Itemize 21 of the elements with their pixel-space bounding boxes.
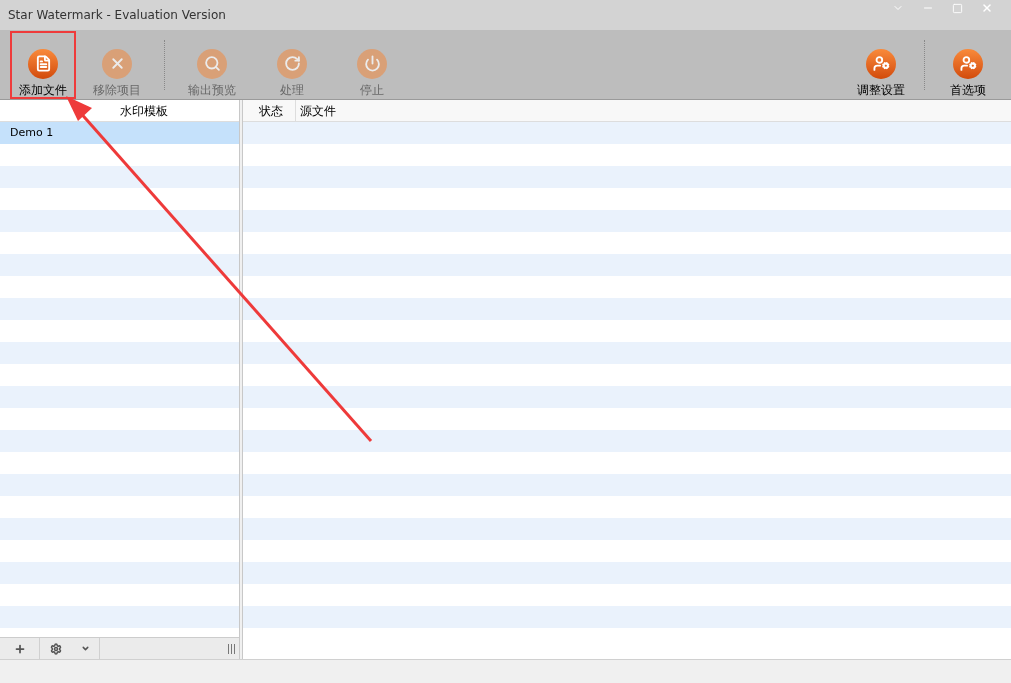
- plus-icon: [13, 642, 26, 655]
- column-header[interactable]: 状态: [243, 100, 296, 121]
- toolbar-button[interactable]: 添加文件: [10, 30, 76, 99]
- template-item[interactable]: Demo 1: [0, 122, 239, 144]
- user-gear-icon: [866, 48, 896, 79]
- toolbar-button[interactable]: 调整设置: [848, 30, 914, 99]
- column-header[interactable]: 源文件: [296, 100, 336, 121]
- grip-icon[interactable]: [228, 643, 235, 654]
- settings-icon: [49, 642, 62, 655]
- remove-icon: [102, 48, 132, 79]
- caret-icon: [80, 644, 90, 653]
- toolbar-button[interactable]: 首选项: [935, 30, 1001, 99]
- process-icon: [277, 48, 307, 79]
- window-title: Star Watermark - Evaluation Version: [8, 7, 227, 24]
- stop-icon: [357, 48, 387, 79]
- close-icon[interactable]: [981, 2, 993, 14]
- add-icon: [28, 48, 58, 79]
- preview-icon: [197, 48, 227, 79]
- user-gear-icon: [953, 48, 983, 79]
- column-header[interactable]: 水印模板: [119, 101, 168, 120]
- maximize-icon[interactable]: [952, 2, 963, 14]
